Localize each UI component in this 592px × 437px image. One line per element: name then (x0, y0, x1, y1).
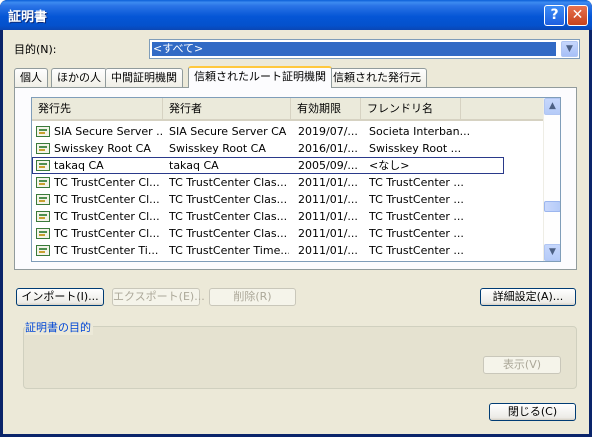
certificate-purposes-label: 証明書の目的 (25, 319, 93, 335)
close-button[interactable]: 閉じる(C) (489, 403, 576, 421)
cell-expiration: 2011/01/... (298, 210, 358, 223)
remove-button[interactable]: 削除(R) (209, 288, 296, 306)
scroll-thumb[interactable] (544, 201, 560, 212)
tab-label: 信頼されたルート証明機関 (194, 70, 326, 83)
cell-issued-to: TC TrustCenter Cl... (54, 227, 160, 240)
cell-issued-by: SIA Secure Server CA (169, 125, 287, 138)
cell-friendly-name: TC TrustCenter ... (369, 227, 464, 240)
cell-expiration: 2011/01/... (298, 193, 358, 206)
column-issued-by[interactable]: 発行者 (163, 98, 291, 119)
scroll-up-button[interactable]: ▲ (544, 98, 560, 115)
tab-label: 信頼された発行元 (333, 71, 421, 84)
cell-friendly-name: TC TrustCenter ... (369, 244, 464, 257)
cell-issued-by: TC TrustCenter Clas... (169, 193, 288, 206)
chevron-down-icon[interactable]: ▼ (561, 41, 578, 57)
close-icon: ✕ (571, 7, 584, 23)
certificate-list[interactable]: 発行先 発行者 有効期限 フレンドリ名 SIA Secure Server ..… (31, 97, 561, 262)
cell-issued-by: TC TrustCenter Clas... (169, 176, 288, 189)
table-row[interactable]: SIA Secure Server ... SIA Secure Server … (32, 123, 544, 140)
certificate-icon (36, 126, 50, 137)
window-title: 証明書 (8, 10, 48, 25)
table-row[interactable]: TC TrustCenter Cl... TC TrustCenter Clas… (32, 208, 544, 225)
export-button[interactable]: エクスポート(E)... (112, 288, 205, 306)
tab-trusted-publishers[interactable]: 信頼された発行元 (327, 68, 427, 87)
cell-issued-by: TC TrustCenter Clas... (169, 210, 288, 223)
cell-expiration: 2016/01/... (298, 142, 358, 155)
title-bar[interactable]: 証明書 ? ✕ (0, 0, 592, 30)
table-row[interactable]: TC TrustCenter Cl... TC TrustCenter Clas… (32, 191, 544, 208)
cell-friendly-name: Societa Interban... (369, 125, 469, 138)
cell-issued-to: SIA Secure Server ... (54, 125, 162, 138)
scroll-down-button[interactable]: ▼ (544, 244, 560, 261)
tab-other-people[interactable]: ほかの人 (51, 68, 107, 87)
cell-friendly-name: Swisskey Root ... (369, 142, 462, 155)
table-row-selected[interactable]: takaq CA takaq CA 2005/09/... <なし> (32, 157, 544, 174)
cell-friendly-name: TC TrustCenter ... (369, 210, 464, 223)
cell-expiration: 2011/01/... (298, 244, 358, 257)
certificate-icon (36, 245, 50, 256)
certificates-dialog: 証明書 ? ✕ 目的(N): <すべて> ▼ 個人 ほかの人 中間証明機関 信頼… (0, 0, 592, 437)
help-icon: ? (550, 7, 559, 23)
purpose-selected-value: <すべて> (151, 41, 557, 57)
advanced-button[interactable]: 詳細設定(A)... (480, 288, 576, 306)
tab-panel: 発行先 発行者 有効期限 フレンドリ名 SIA Secure Server ..… (14, 87, 577, 270)
cell-issued-to: TC TrustCenter Cl... (54, 210, 160, 223)
tab-label: ほかの人 (57, 71, 101, 84)
cell-friendly-name: TC TrustCenter ... (369, 176, 464, 189)
cell-issued-by: TC TrustCenter Time... (169, 244, 289, 257)
cell-issued-by: TC TrustCenter Clas... (169, 227, 288, 240)
tab-trusted-root-ca[interactable]: 信頼されたルート証明機関 (188, 66, 332, 88)
dialog-body: 目的(N): <すべて> ▼ 個人 ほかの人 中間証明機関 信頼されたルート証明… (3, 30, 589, 434)
cell-issued-to: TC TrustCenter Ti... (54, 244, 159, 257)
view-button[interactable]: 表示(V) (483, 356, 561, 374)
column-friendly-name[interactable]: フレンドリ名 (361, 98, 461, 119)
tab-intermediate-ca[interactable]: 中間証明機関 (105, 68, 183, 87)
cell-issued-to: TC TrustCenter Cl... (54, 193, 160, 206)
cell-issued-by: takaq CA (169, 159, 219, 172)
column-expiration[interactable]: 有効期限 (291, 98, 361, 119)
list-header: 発行先 発行者 有効期限 フレンドリ名 (32, 98, 544, 121)
certificate-icon (36, 177, 50, 188)
import-button[interactable]: インポート(I)... (16, 288, 104, 306)
certificate-icon (36, 228, 50, 239)
table-row[interactable]: Swisskey Root CA Swisskey Root CA 2016/0… (32, 140, 544, 157)
table-row[interactable]: TC TrustCenter Ti... TC TrustCenter Time… (32, 242, 544, 259)
cell-expiration: 2011/01/... (298, 176, 358, 189)
cell-expiration: 2011/01/... (298, 227, 358, 240)
certificate-icon (36, 194, 50, 205)
certificate-icon (36, 211, 50, 222)
tab-personal[interactable]: 個人 (14, 68, 48, 87)
table-row[interactable]: TC TrustCenter Cl... TC TrustCenter Clas… (32, 225, 544, 242)
cell-issued-by: Swisskey Root CA (169, 142, 266, 155)
column-issued-to[interactable]: 発行先 (32, 98, 163, 119)
cell-issued-to: takaq CA (54, 159, 104, 172)
close-window-button[interactable]: ✕ (567, 5, 588, 26)
cell-expiration: 2005/09/... (298, 159, 358, 172)
cell-friendly-name: <なし> (369, 159, 410, 172)
cell-friendly-name: TC TrustCenter ... (369, 193, 464, 206)
vertical-scrollbar[interactable]: ▲ ▼ (543, 98, 560, 261)
tab-label: 中間証明機関 (111, 71, 177, 84)
cell-issued-to: Swisskey Root CA (54, 142, 151, 155)
certificate-icon (36, 160, 50, 171)
table-row[interactable]: TC TrustCenter Cl... TC TrustCenter Clas… (32, 174, 544, 191)
certificate-icon (36, 143, 50, 154)
cell-issued-to: TC TrustCenter Cl... (54, 176, 160, 189)
cell-expiration: 2019/07/... (298, 125, 358, 138)
tab-label: 個人 (20, 71, 42, 84)
purpose-select[interactable]: <すべて> ▼ (149, 39, 580, 59)
help-button[interactable]: ? (544, 5, 565, 26)
purpose-label: 目的(N): (14, 43, 57, 56)
